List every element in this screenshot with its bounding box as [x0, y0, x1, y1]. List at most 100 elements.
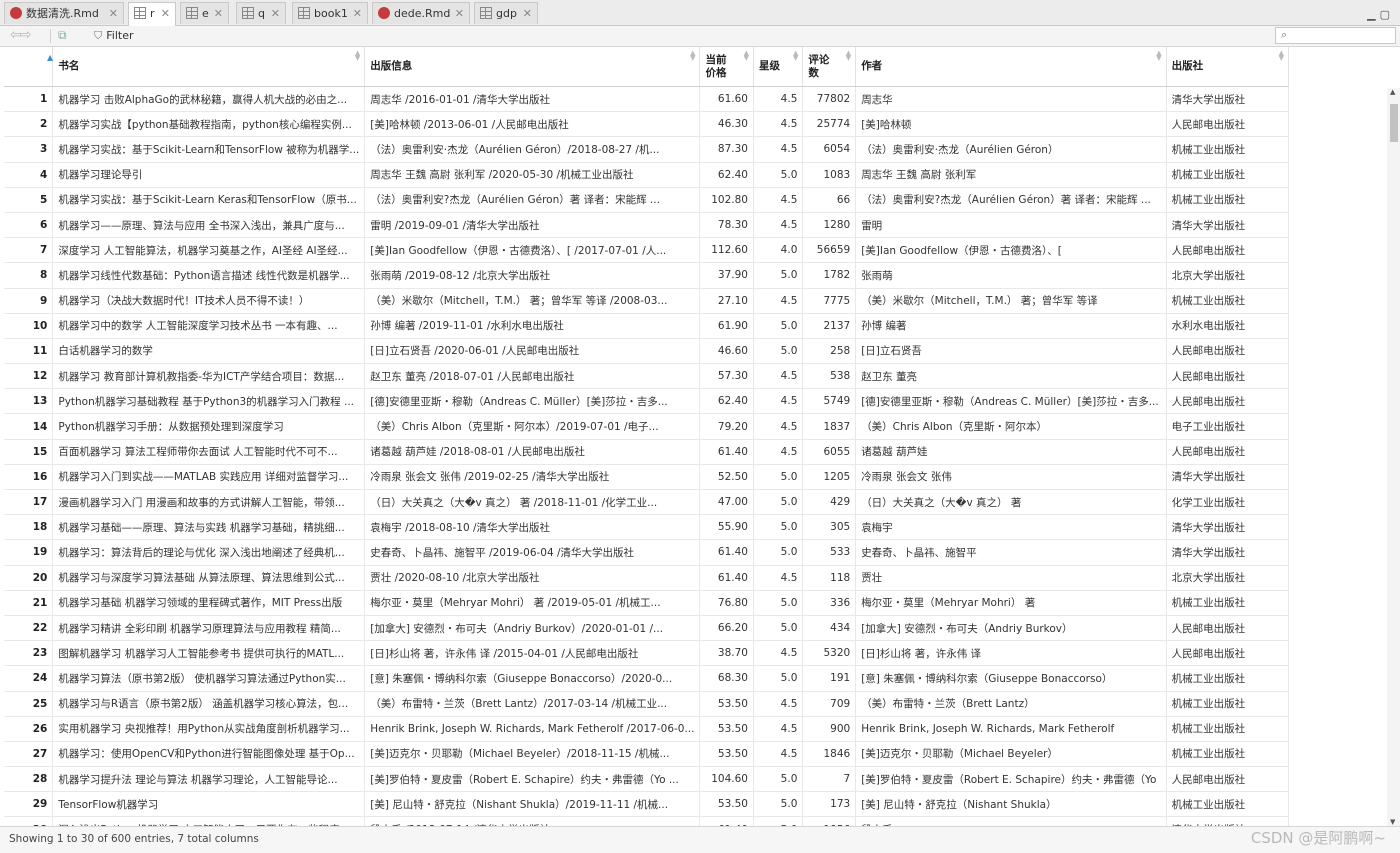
table-row: 19 机器学习：算法背后的理论与优化 深入浅出地阐述了经典机... 史春奇、卜晶祎、… [4, 539, 1289, 566]
author-cell: （日）大关真之（大�v 真之） 著 [855, 489, 1167, 516]
publisher-cell: 人民邮电出版社 [1166, 766, 1289, 793]
price-cell: 53.50 [699, 716, 754, 742]
title-cell: 机器学习基础 机器学习领域的里程碑式著作，MIT Press出版 [52, 590, 366, 616]
data-grid-icon [242, 7, 254, 19]
row-index: 17 [4, 489, 54, 516]
rating-cell: 5.0 [753, 791, 804, 818]
author-cell: 冷雨泉 张会文 张伟 [855, 464, 1167, 491]
comments-cell: 5749 [802, 388, 857, 415]
rating-cell: 4.5 [753, 86, 804, 113]
price-cell: 61.40 [699, 565, 754, 591]
toolbar-divider [50, 29, 51, 43]
tab-q[interactable]: q ✕ [236, 2, 286, 24]
sort-icon: ▲ ▼ [690, 49, 696, 62]
tab-data-cleaning-rmd[interactable]: 数据清洗.Rmd ✕ [4, 2, 124, 24]
rating-cell: 5.0 [753, 766, 804, 793]
row-index: 19 [4, 539, 54, 566]
price-cell: 27.10 [699, 288, 754, 314]
publisher-cell: 电子工业出版社 [1166, 413, 1289, 440]
pub-info-cell: 赵卫东 董亮 /2018-07-01 /人民邮电出版社 [364, 363, 701, 390]
scroll-up-icon[interactable]: ▲ [1390, 88, 1395, 96]
title-cell: 机器学习中的数学 人工智能深度学习技术丛书 一本有趣、... [52, 313, 366, 339]
row-index: 13 [4, 388, 54, 415]
column-header-rating[interactable]: 星级 ▲ ▼ [753, 47, 804, 87]
column-header-author[interactable]: 作者 ▲ ▼ [855, 47, 1167, 87]
close-icon[interactable]: ✕ [353, 3, 362, 24]
close-icon[interactable]: ✕ [109, 3, 118, 24]
search-input[interactable]: ⌕ [1275, 27, 1396, 44]
column-header-title[interactable]: 书名 ▲ ▼ [52, 47, 366, 87]
row-index: 15 [4, 439, 54, 465]
author-cell: （美）Chris Albon（克里斯・阿尔本） [855, 413, 1167, 440]
price-cell: 104.60 [699, 766, 754, 793]
forward-arrow-icon[interactable]: ⇨ [20, 27, 32, 43]
title-cell: 机器学习理论导引 [52, 162, 366, 188]
rating-cell: 5.0 [753, 489, 804, 516]
row-index: 11 [4, 338, 54, 365]
minimize-icon[interactable]: ▁ [1367, 8, 1379, 21]
close-icon[interactable]: ✕ [271, 3, 280, 24]
row-index: 26 [4, 716, 54, 742]
column-header-publisher[interactable]: 出版社 ▲ ▼ [1166, 47, 1289, 87]
header-row: ▲ 书名 ▲ ▼ 出版信息 ▲ ▼ 当前 价格 ▲ ▼ 星级 ▲ ▼ 评论 数 ▲ ▼ 作者 ▲ ▼ 出… [4, 47, 1289, 87]
vertical-scrollbar[interactable]: ▲ ▼ [1387, 88, 1400, 826]
title-cell: 图解机器学习 机器学习人工智能参考书 提供可执行的MATL... [52, 640, 366, 667]
data-table: ▲ 书名 ▲ ▼ 出版信息 ▲ ▼ 当前 价格 ▲ ▼ 星级 ▲ ▼ 评论 数 ▲ ▼ 作者 ▲ ▼ 出… [4, 47, 1289, 826]
row-index: 14 [4, 413, 54, 440]
author-cell: [美]迈克尔・贝耶勒（Michael Beyeler） [855, 741, 1167, 768]
popout-icon[interactable]: ⧉ [58, 28, 76, 42]
pub-info-cell: （美）Chris Albon（克里斯・阿尔本）/2019-07-01 /电子..… [364, 413, 701, 440]
rating-cell: 5.0 [753, 514, 804, 541]
pub-info-cell: [德]安德里亚斯・穆勒（Andreas C. Müller）[美]莎拉・吉多..… [364, 388, 701, 415]
column-header-price[interactable]: 当前 价格 ▲ ▼ [699, 47, 754, 87]
column-header-comments[interactable]: 评论 数 ▲ ▼ [802, 47, 857, 87]
close-icon[interactable]: ✕ [161, 3, 170, 25]
rating-cell: 4.5 [753, 741, 804, 768]
table-row: 8 机器学习线性代数基础：Python语言描述 线性代数是机器学... 张雨萌 /2… [4, 262, 1289, 289]
column-header-pub-info[interactable]: 出版信息 ▲ ▼ [364, 47, 701, 87]
author-cell: （法）奥雷利安?杰龙（Aurélien Géron）著 译者：宋能辉 ... [855, 187, 1167, 213]
title-cell: 机器学习入门到实战——MATLAB 实践应用 详细对监督学习... [52, 464, 366, 491]
sort-icon: ▲ ▼ [845, 49, 852, 62]
filter-button[interactable]: ⛉ Filter [94, 29, 134, 43]
pub-info-cell: 梅尔亚・莫里（Mehryar Mohri） 著 /2019-05-01 /机械工… [364, 590, 701, 616]
title-cell: 机器学习实战【python基础教程指南，python核心编程实例... [52, 111, 366, 138]
tab-e[interactable]: e ✕ [180, 2, 229, 24]
table-row: 18 机器学习基础——原理、算法与实践 机器学习基础，精挑细... 袁梅宇 /201… [4, 514, 1289, 541]
rating-cell: 5.0 [753, 162, 804, 188]
maximize-icon[interactable]: ▢ [1380, 8, 1394, 21]
price-cell: 62.40 [699, 162, 754, 188]
close-icon[interactable]: ✕ [523, 3, 532, 24]
rating-cell: 4.5 [753, 388, 804, 415]
tab-book1[interactable]: book1 ✕ [292, 2, 368, 24]
title-cell: 深入浅出Python机器学习 人工智能火了，只要你有一些程序... [52, 816, 366, 826]
comments-cell: 258 [802, 338, 857, 365]
pub-info-cell: 张雨萌 /2019-08-12 /北京大学出版社 [364, 262, 701, 289]
close-icon[interactable]: ✕ [214, 3, 223, 24]
column-header-index[interactable]: ▲ [4, 47, 54, 87]
close-icon[interactable]: ✕ [455, 3, 464, 24]
rmd-file-icon [378, 7, 390, 19]
tab-r[interactable]: r ✕ [128, 2, 176, 26]
rating-cell: 4.5 [753, 187, 804, 213]
title-cell: 机器学习实战：基于Scikit-Learn和TensorFlow 被称为机器学.… [52, 136, 366, 163]
pub-info-cell: [美]Ian Goodfellow（伊恩・古德费洛）、[ /2017-07-01… [364, 237, 701, 264]
scroll-down-icon[interactable]: ▼ [1390, 818, 1395, 826]
scrollbar-thumb[interactable] [1390, 104, 1398, 142]
price-cell: 46.30 [699, 111, 754, 138]
rating-cell: 5.0 [753, 338, 804, 365]
comments-cell: 1837 [802, 413, 857, 440]
table-row: 23 图解机器学习 机器学习人工智能参考书 提供可执行的MATL... [日]杉山将… [4, 640, 1289, 667]
rating-cell: 4.0 [753, 237, 804, 264]
pub-info-cell: [美] 尼山特・舒克拉（Nishant Shukla）/2019-11-11 /… [364, 791, 701, 818]
tab-gdp[interactable]: gdp ✕ [474, 2, 538, 24]
table-row: 1 机器学习 击败AlphaGo的武林秘籍，赢得人机大战的必由之... 周志华 /2… [4, 86, 1289, 113]
table-row: 7 深度学习 人工智能算法，机器学习奠基之作，AI圣经 AI圣经... [美]Ian… [4, 237, 1289, 264]
price-cell: 87.30 [699, 136, 754, 163]
row-index: 29 [4, 791, 54, 818]
pub-info-cell: 袁梅宇 /2018-08-10 /清华大学出版社 [364, 514, 701, 541]
back-arrow-icon[interactable]: ⇦ [10, 27, 22, 43]
table-row: 11 白话机器学习的数学 [日]立石贤吾 /2020-06-01 /人民邮电出版社 4… [4, 338, 1289, 365]
tab-dede-rmd[interactable]: dede.Rmd ✕ [372, 2, 470, 24]
comments-cell: 336 [802, 590, 857, 616]
